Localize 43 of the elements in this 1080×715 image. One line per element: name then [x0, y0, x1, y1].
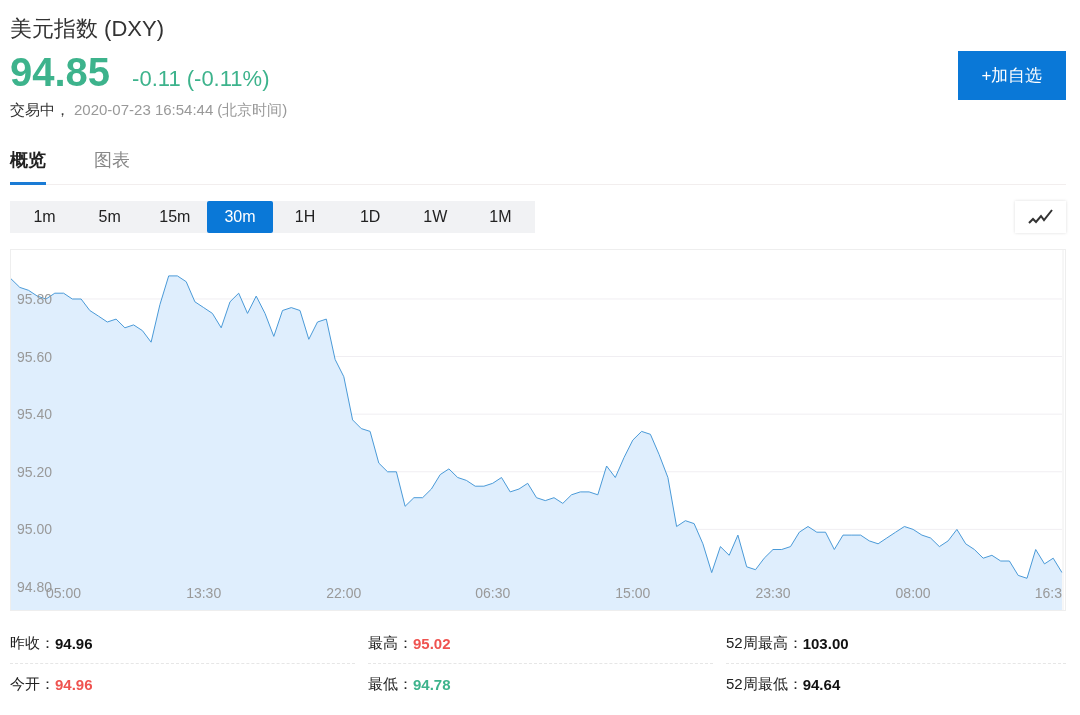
- interval-button[interactable]: 1H: [272, 201, 338, 233]
- axis-label: 13:30: [186, 585, 222, 601]
- axis-label: 22:00: [326, 585, 362, 601]
- stat-label: 52周最低：: [726, 674, 803, 694]
- interval-button[interactable]: 1D: [337, 201, 403, 233]
- interval-button[interactable]: 30m: [207, 201, 273, 233]
- stat-value: 94.96: [55, 675, 93, 693]
- stat-value: 94.96: [55, 634, 93, 652]
- interval-button[interactable]: 5m: [77, 201, 143, 233]
- line-chart-icon: [1027, 208, 1054, 226]
- stat-label: 52周最高：: [726, 633, 803, 653]
- tab[interactable]: 图表: [94, 144, 130, 185]
- timestamp: 2020-07-23 16:54:44: [74, 101, 214, 120]
- stat-label: 最低：: [368, 674, 413, 694]
- axis-label: 23:30: [755, 585, 791, 601]
- page-title: 美元指数 (DXY): [10, 15, 165, 43]
- stat-value: 94.64: [802, 675, 841, 693]
- stat-value: 94.78: [413, 675, 451, 693]
- chart-type-button[interactable]: [1015, 201, 1066, 233]
- interval-button[interactable]: 1M: [467, 201, 533, 233]
- interval-button[interactable]: 1W: [402, 201, 468, 233]
- axis-label: 16:3: [1034, 585, 1062, 601]
- stat-label: 今开：: [10, 674, 55, 694]
- price-change: -0.11 (-0.11%): [132, 66, 270, 92]
- timezone-label: (北京时间): [217, 101, 288, 120]
- interval-button[interactable]: 1m: [12, 201, 78, 233]
- axis-label: 95.40: [17, 406, 53, 423]
- trading-status: 交易中，: [10, 101, 70, 120]
- stat-label: 最高：: [368, 633, 413, 653]
- stat-value: 95.02: [413, 634, 451, 652]
- axis-label: 95.80: [17, 290, 53, 307]
- stat-label: 昨收：: [10, 633, 55, 653]
- price-value: 94.85: [10, 50, 111, 95]
- stat-value: 103.00: [802, 634, 849, 652]
- axis-label: 08:00: [895, 585, 931, 601]
- axis-label: 95.00: [17, 521, 53, 538]
- axis-label: 95.20: [17, 463, 53, 480]
- axis-label: 95.60: [17, 348, 53, 365]
- axis-label: 15:00: [615, 585, 651, 601]
- axis-label: 06:30: [475, 585, 511, 601]
- tab[interactable]: 概览: [10, 144, 46, 185]
- interval-button[interactable]: 15m: [142, 201, 208, 233]
- add-watchlist-button[interactable]: +加自选: [958, 51, 1066, 100]
